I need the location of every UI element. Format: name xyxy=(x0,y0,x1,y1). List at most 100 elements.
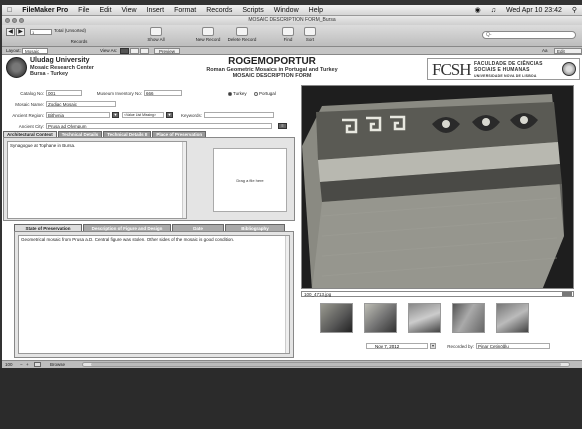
keywords-field[interactable] xyxy=(204,112,274,118)
uludag-logo xyxy=(6,57,27,78)
photo-filename: 100_4713.jpg xyxy=(304,292,332,297)
record-number-input[interactable]: 1 xyxy=(30,29,52,35)
view-as-label: View As: xyxy=(100,48,118,53)
sort-button[interactable]: Sort xyxy=(300,27,320,42)
value-list-dropdown-icon[interactable]: ▼ xyxy=(166,112,173,118)
window-titlebar: MOSAIC DESCRIPTION FORM_Bursa xyxy=(2,16,582,25)
university-name: Uludag University xyxy=(30,57,90,64)
recorded-label: Recorded by: xyxy=(447,344,474,349)
prev-record-icon[interactable]: ◀ xyxy=(6,28,15,36)
new-record-label: New Record xyxy=(195,37,221,42)
menu-view[interactable]: View xyxy=(117,7,142,14)
layout-select[interactable]: Mosaic xyxy=(22,48,49,54)
radio-portugal[interactable]: Portugal xyxy=(254,91,276,96)
mosaic-field[interactable]: Zodiac Mosaic xyxy=(46,101,116,107)
state-text: Geometrical mosaic from Prusa a.D. Centr… xyxy=(21,237,235,242)
state-textarea[interactable]: Geometrical mosaic from Prusa a.D. Centr… xyxy=(18,235,290,354)
screen-frame:  FileMaker Pro File Edit View Insert Fo… xyxy=(0,0,582,429)
next-record-icon[interactable]: ▶ xyxy=(16,28,25,36)
thumbnail-1[interactable] xyxy=(320,303,353,333)
view-form-icon[interactable] xyxy=(120,48,129,54)
menu-bar:  FileMaker Pro File Edit View Insert Fo… xyxy=(2,5,582,16)
thumbnail-3[interactable] xyxy=(408,303,441,333)
tab-date[interactable]: Date xyxy=(172,224,224,231)
edit-layout-button[interactable]: Edit Layout xyxy=(554,48,582,59)
radio-turkey[interactable]: Turkey xyxy=(228,91,247,96)
menu-file[interactable]: File xyxy=(73,7,94,14)
form-subtitle: MOSAIC DESCRIPTION FORM xyxy=(232,73,312,79)
region-dropdown-icon[interactable]: ▼ xyxy=(112,112,119,118)
zoom-level[interactable]: 100 xyxy=(5,361,13,368)
tab-bibliography[interactable]: Bibliography xyxy=(225,224,285,231)
university-line3: Bursa - Turkey xyxy=(30,71,69,77)
status-toggle-icon[interactable] xyxy=(34,362,41,367)
museum-field[interactable]: 666 xyxy=(144,90,182,96)
city-field[interactable]: Prusa ad Olympum xyxy=(46,123,272,129)
menu-scripts[interactable]: Scripts xyxy=(237,7,268,14)
menu-edit[interactable]: Edit xyxy=(94,7,116,14)
mosaic-photo[interactable] xyxy=(301,85,574,289)
arch-context-scrollbar[interactable] xyxy=(182,142,186,218)
zoom-out-icon[interactable]: − xyxy=(20,361,23,368)
thumbnail-5[interactable] xyxy=(496,303,529,333)
spotlight-icon[interactable]: ⚲ xyxy=(567,6,582,14)
minimize-window-icon[interactable] xyxy=(12,18,17,23)
tab-description[interactable]: Description of Figure and Design xyxy=(83,224,171,231)
preview-button[interactable]: Preview xyxy=(154,48,181,54)
menu-format[interactable]: Format xyxy=(169,7,201,14)
value-list-field[interactable]: <Value List Missing> xyxy=(122,112,164,118)
radio-on-icon xyxy=(228,91,232,96)
fcsh-line3: UNIVERSIDADE NOVA DE LISBOA xyxy=(474,74,537,78)
thumbnail-2[interactable] xyxy=(364,303,397,333)
recorded-field[interactable]: Pinar Çetinöğlu xyxy=(476,343,550,349)
delete-record-label: Delete Record xyxy=(227,37,257,42)
quick-find-input[interactable]: Q- xyxy=(482,31,576,39)
menu-clock[interactable]: Wed Apr 10 23:42 xyxy=(501,7,567,14)
state-scrollbar[interactable] xyxy=(285,236,289,353)
file-drop-zone[interactable]: Drag a file here xyxy=(213,148,287,212)
show-all-icon xyxy=(150,27,162,36)
delete-record-icon xyxy=(236,27,248,36)
close-window-icon[interactable] xyxy=(5,18,10,23)
menu-window[interactable]: Window xyxy=(269,7,304,14)
date-field[interactable]: Nov 7, 2012 xyxy=(366,343,428,349)
date-picker-icon[interactable]: ▾ xyxy=(430,343,436,349)
arch-context-textarea[interactable]: Synagogue at Tophane in Bursa. xyxy=(7,141,187,219)
zoom-window-icon[interactable] xyxy=(19,18,24,23)
mode-indicator: Browse xyxy=(50,362,66,367)
zoom-in-icon[interactable]: + xyxy=(26,361,29,368)
menu-records[interactable]: Records xyxy=(201,7,237,14)
text-size-button[interactable]: Aa xyxy=(542,47,548,55)
show-all-button[interactable]: Show All xyxy=(142,27,170,42)
photo-filename-field[interactable]: 100_4713.jpg xyxy=(301,291,574,297)
photo-menu-icon[interactable] xyxy=(562,292,572,296)
find-button[interactable]: Find xyxy=(278,27,298,42)
form-content: Uludag University Mosaic Research Center… xyxy=(2,55,582,360)
fcsh-logo: FCSH FACULDADE DE CIÊNCIAS SOCIAIS E HUM… xyxy=(427,58,580,80)
toolbar: ◀ ▶ 1 Total (Unsorted) Records Show All … xyxy=(2,25,582,47)
view-list-icon[interactable] xyxy=(130,48,139,54)
find-label: Find xyxy=(283,37,293,42)
screen-bezel-bottom xyxy=(0,368,582,429)
keywords-label: Keywords: xyxy=(180,113,202,118)
record-nav: ◀ ▶ xyxy=(6,28,25,36)
menu-app-name[interactable]: FileMaker Pro xyxy=(17,7,73,14)
city-menu-icon[interactable]: ≡ xyxy=(278,123,287,129)
view-table-icon[interactable] xyxy=(140,48,149,54)
delete-record-button[interactable]: Delete Record xyxy=(226,27,258,42)
tab-state-of-preservation[interactable]: State of Preservation xyxy=(14,224,82,231)
museum-label: Museum Inventory No: xyxy=(96,91,142,96)
apple-menu-icon[interactable]:  xyxy=(2,7,17,14)
region-field[interactable]: Bithynia xyxy=(46,112,110,118)
catalog-field[interactable]: 001 xyxy=(46,90,82,96)
fcsh-line2: SOCIAIS E HUMANAS xyxy=(474,67,530,73)
menu-help[interactable]: Help xyxy=(304,7,328,14)
volume-icon[interactable]: ♫ xyxy=(486,7,501,14)
window-title: MOSAIC DESCRIPTION FORM_Bursa xyxy=(248,17,336,23)
menu-insert[interactable]: Insert xyxy=(142,7,170,14)
horizontal-scroll-thumb[interactable] xyxy=(91,363,561,366)
wifi-icon[interactable]: ◉ xyxy=(470,6,486,14)
new-record-button[interactable]: New Record xyxy=(194,27,222,42)
thumbnail-4[interactable] xyxy=(452,303,485,333)
horizontal-scrollbar[interactable] xyxy=(82,362,570,367)
